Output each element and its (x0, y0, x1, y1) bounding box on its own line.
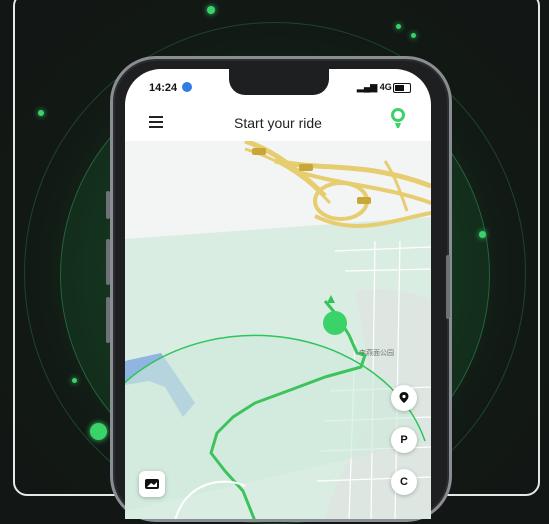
network-label: 4G (379, 82, 392, 92)
signal-network: ▂▄▆ 4G (357, 82, 392, 92)
status-time: 14:24 (149, 82, 178, 94)
support-icon[interactable] (389, 106, 407, 130)
map-canvas: 李燕面公园 (125, 138, 431, 519)
app-header: Start your ride (125, 103, 431, 141)
phone-mockup: 14:24 ▂▄▆ 4G Start your ride 李燕面公园 P C (106, 56, 452, 522)
glow-dot (479, 231, 486, 238)
place-label: 李燕面公园 (359, 348, 394, 357)
phone-notch (229, 69, 329, 95)
recenter-label: C (400, 476, 408, 488)
glow-dot (72, 378, 77, 383)
phone-side-button (106, 297, 110, 343)
page-title: Start your ride (234, 115, 322, 131)
phone-side-button (106, 191, 110, 219)
parking-label: P (400, 434, 408, 446)
phone-side-button (446, 255, 450, 319)
layers-icon[interactable] (139, 471, 165, 497)
parking-icon[interactable]: P (391, 427, 417, 453)
location-indicator-icon (182, 82, 192, 92)
glow-dot (38, 110, 44, 116)
glow-dot (411, 33, 416, 38)
location-icon[interactable] (391, 385, 417, 411)
ride-map[interactable]: 李燕面公园 P C (125, 138, 431, 519)
recenter-icon[interactable]: C (391, 469, 417, 495)
glow-dot (90, 423, 107, 440)
glow-dot (396, 24, 401, 29)
app-screen: 14:24 ▂▄▆ 4G Start your ride 李燕面公园 P C (125, 69, 431, 519)
battery-icon (393, 83, 411, 93)
glow-dot (207, 6, 215, 14)
phone-side-button (106, 239, 110, 285)
